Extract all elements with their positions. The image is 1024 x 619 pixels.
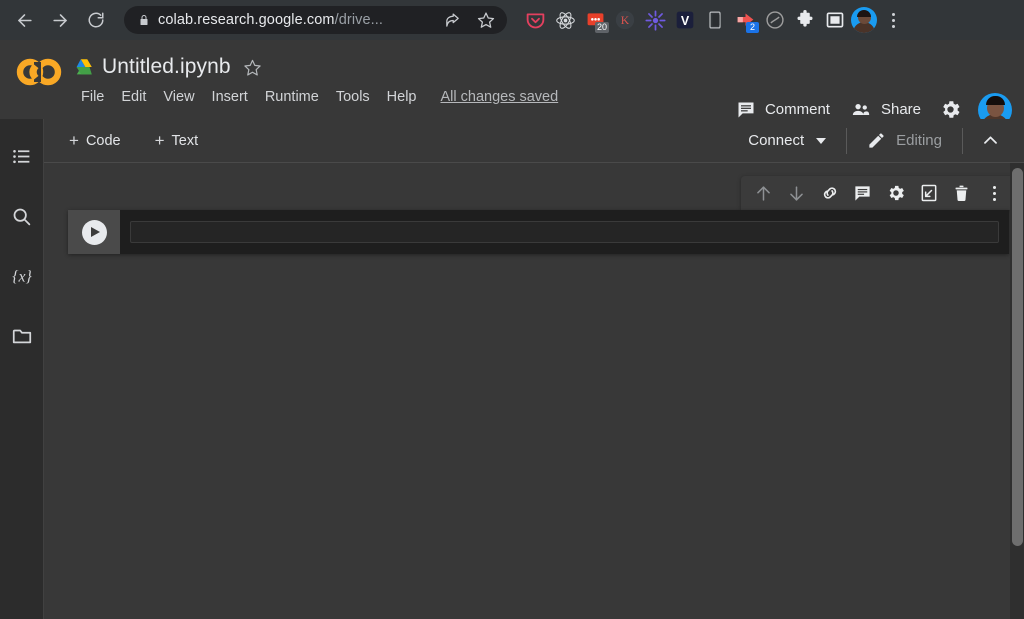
files-icon[interactable] — [7, 321, 37, 351]
move-cell-up-icon[interactable] — [747, 178, 780, 208]
react-devtools-extension-icon[interactable] — [551, 6, 579, 34]
svg-text:K: K — [621, 14, 630, 27]
table-of-contents-icon[interactable] — [7, 141, 37, 171]
menu-item-help[interactable]: Help — [380, 86, 424, 108]
menu-dot — [891, 24, 895, 28]
colab-logo[interactable] — [12, 58, 68, 86]
add-code-cell-button[interactable]: + Code — [60, 127, 130, 154]
notification-count-badge: 20 — [594, 22, 609, 33]
code-input-line[interactable] — [130, 221, 999, 243]
delete-cell-icon[interactable] — [945, 178, 978, 208]
add-code-label: Code — [85, 132, 121, 149]
menu-item-tools[interactable]: Tools — [329, 86, 377, 108]
mobile-view-extension-icon[interactable] — [701, 6, 729, 34]
add-text-cell-button[interactable]: + Text — [146, 127, 208, 154]
run-cell-gutter[interactable] — [68, 210, 120, 254]
mirror-cell-icon[interactable] — [912, 178, 945, 208]
reload-button[interactable] — [81, 5, 111, 35]
svg-text:V: V — [681, 14, 690, 28]
connect-button[interactable]: Connect — [738, 126, 836, 155]
share-icon[interactable] — [440, 12, 465, 29]
lock-icon — [138, 13, 150, 27]
editing-mode-button[interactable]: Editing — [857, 125, 952, 156]
menu-dot — [993, 191, 996, 195]
search-icon[interactable] — [7, 201, 37, 231]
menu-item-view[interactable]: View — [156, 86, 201, 108]
asterisk-extension-icon[interactable] — [641, 6, 669, 34]
link-to-cell-icon[interactable] — [813, 178, 846, 208]
add-text-label: Text — [171, 132, 199, 149]
vertical-scrollbar-thumb[interactable] — [1012, 168, 1023, 546]
more-cell-actions-icon[interactable] — [978, 178, 1011, 208]
add-comment-icon[interactable] — [846, 178, 879, 208]
menu-item-file[interactable]: File — [74, 86, 111, 108]
menu-item-runtime[interactable]: Runtime — [258, 86, 326, 108]
toolbar-divider — [962, 127, 963, 154]
move-cell-down-icon[interactable] — [780, 178, 813, 208]
code-editor-area[interactable] — [120, 210, 1009, 254]
menu-item-insert[interactable]: Insert — [205, 86, 255, 108]
video-download-extension-icon[interactable]: 2 — [731, 6, 759, 34]
v-extension-icon[interactable]: V — [671, 6, 699, 34]
menu-dot — [993, 197, 996, 201]
sidepanel-icon[interactable] — [821, 6, 849, 34]
toolbar-divider — [846, 127, 848, 154]
variables-icon[interactable]: {x} — [7, 261, 37, 291]
play-icon — [91, 227, 100, 237]
browser-profile-avatar[interactable] — [851, 7, 877, 33]
toolbar-right-group: Connect Editing — [738, 125, 1008, 156]
colab-header: Untitled.ipynb File Edit View Insert Run… — [0, 40, 1024, 127]
video-count-badge: 2 — [746, 22, 759, 33]
cell-action-toolbar — [741, 176, 1017, 210]
notifications-extension-icon[interactable]: 20 — [581, 6, 609, 34]
save-status[interactable]: All changes saved — [437, 86, 563, 108]
run-cell-button[interactable] — [81, 219, 107, 245]
back-button[interactable] — [9, 5, 39, 35]
comment-label: Comment — [764, 101, 830, 118]
comment-icon — [736, 100, 756, 120]
browser-toolbar: colab.research.google.com/drive... 20 K … — [0, 0, 1024, 40]
code-cell[interactable] — [68, 210, 1009, 254]
google-drive-icon[interactable] — [74, 58, 94, 76]
address-bar[interactable]: colab.research.google.com/drive... — [124, 6, 507, 34]
avatar-hair — [985, 96, 1005, 105]
menu-dot — [891, 18, 895, 22]
notebook-title[interactable]: Untitled.ipynb — [102, 55, 231, 79]
plus-icon: + — [154, 131, 165, 150]
connect-label: Connect — [748, 132, 805, 149]
pocket-extension-icon[interactable] — [521, 6, 549, 34]
title-row: Untitled.ipynb — [74, 50, 1024, 84]
extensions-puzzle-icon[interactable] — [791, 6, 819, 34]
chevron-down-icon[interactable] — [816, 137, 827, 144]
pencil-icon — [867, 131, 886, 150]
forward-button[interactable] — [45, 5, 75, 35]
adblock-extension-icon[interactable] — [761, 6, 789, 34]
collapse-header-icon[interactable] — [973, 127, 1008, 154]
k-extension-icon[interactable]: K — [611, 6, 639, 34]
bookmark-star-icon[interactable] — [473, 11, 499, 29]
plus-icon: + — [69, 131, 79, 150]
svg-text:{x}: {x} — [12, 269, 32, 286]
share-label: Share — [880, 101, 921, 118]
menu-item-edit[interactable]: Edit — [114, 86, 153, 108]
notebook-body — [44, 163, 1024, 619]
browser-menu-button[interactable] — [881, 6, 905, 34]
avatar-hair — [857, 9, 871, 17]
notebook-toolbar: + Code + Text Connect Editing — [44, 119, 1024, 163]
left-sidebar: {x} — [0, 119, 44, 619]
people-icon — [850, 100, 872, 120]
url-text: colab.research.google.com/drive... — [158, 12, 384, 28]
menu-dot — [993, 185, 996, 189]
extensions-strip: 20 K V 2 — [521, 6, 905, 34]
menu-dot — [891, 12, 895, 16]
editing-label: Editing — [896, 132, 942, 149]
cell-settings-icon[interactable] — [879, 178, 912, 208]
star-icon[interactable] — [243, 58, 262, 77]
